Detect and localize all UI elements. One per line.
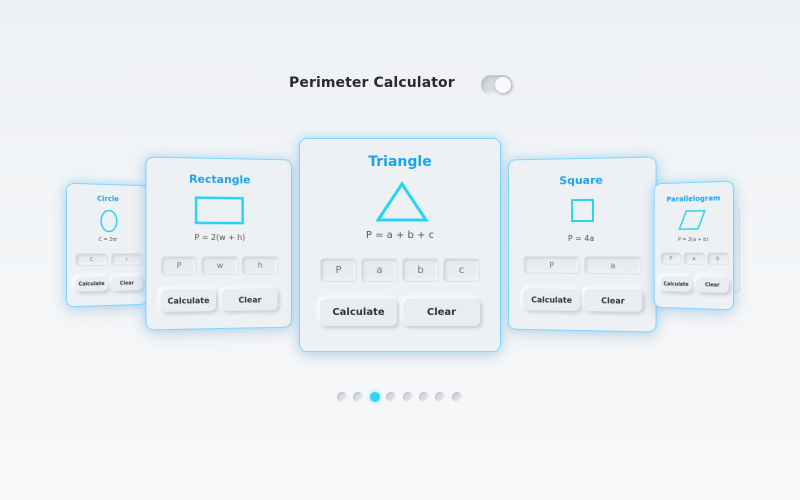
card-parallelogram[interactable]: Parallelogram P = 2(a + b) P a b Calcula… [653,180,734,311]
triangle-icon [375,181,429,222]
card-square[interactable]: Square P = 4a P a Calculate Clear [507,156,657,333]
calculate-button[interactable]: Calculate [160,289,217,312]
input-a[interactable]: a [361,258,398,282]
calculate-button[interactable]: Calculate [523,288,581,311]
card-title: Triangle [368,154,432,170]
input-c[interactable]: C [75,253,108,267]
input-p[interactable]: P [160,256,198,276]
clear-button[interactable]: Clear [110,276,143,291]
input-h[interactable]: h [241,255,279,275]
input-b[interactable]: b [402,258,439,282]
calculate-button[interactable]: Calculate [320,299,397,326]
theme-toggle[interactable] [481,75,513,95]
square-icon [571,199,595,223]
input-p[interactable]: P [523,255,581,274]
input-p[interactable]: P [660,251,682,265]
clear-button[interactable]: Clear [403,299,480,326]
card-title: Parallelogram [666,194,721,204]
formula: C = 2πr [98,236,118,244]
input-b[interactable]: b [706,252,729,266]
formula: P = 4a [567,233,595,244]
formula: P = 2(w + h) [194,232,246,243]
card-circle[interactable]: Circle C = 2πr C r Calculate Clear [66,182,149,308]
input-p[interactable]: P [320,258,357,282]
pagination-dot-active[interactable] [369,392,380,402]
pagination-dot[interactable] [337,392,347,402]
input-w[interactable]: w [201,255,239,276]
page-title: Perimeter Calculator [289,75,455,91]
pagination-dot[interactable] [451,392,462,402]
parallelogram-icon [677,209,706,231]
clear-button[interactable]: Clear [583,289,643,312]
calculate-button[interactable]: Calculate [75,277,108,292]
pagination-dot[interactable] [419,392,429,402]
clear-button[interactable]: Clear [695,277,729,293]
formula: P = a + b + c [365,230,435,241]
circle-icon [100,209,118,233]
calculate-button[interactable]: Calculate [660,276,693,292]
input-c[interactable]: c [443,258,480,282]
toggle-knob[interactable] [495,77,511,93]
input-a[interactable]: a [683,251,705,266]
rectangle-icon [195,197,245,225]
card-title: Square [559,173,603,188]
input-a[interactable]: a [583,256,643,275]
card-title: Circle [97,194,119,204]
pagination-dot[interactable] [402,392,413,402]
card-title: Rectangle [189,172,251,187]
clear-button[interactable]: Clear [221,288,278,311]
formula: P = 2(a + b) [677,236,709,244]
pagination-dot[interactable] [353,392,364,402]
pagination-dot[interactable] [435,392,446,402]
pagination-dot[interactable] [386,392,397,402]
card-rectangle[interactable]: Rectangle P = 2(w + h) P w h Calculate C… [145,156,293,331]
card-triangle[interactable]: Triangle P = a + b + c P a b c Calculate… [299,138,501,352]
input-r[interactable]: r [110,252,143,266]
